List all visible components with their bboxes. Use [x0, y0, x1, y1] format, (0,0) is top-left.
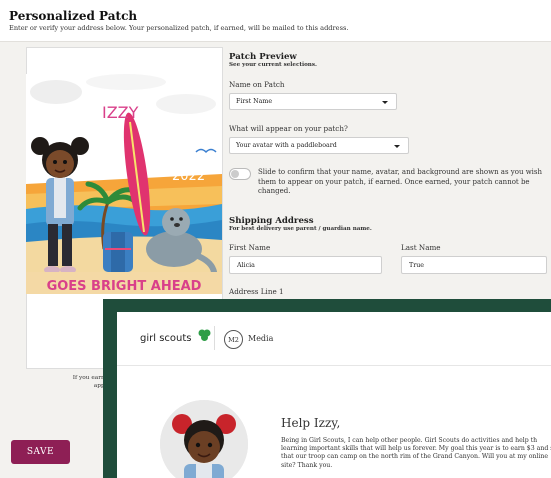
last-name-field[interactable]: True — [401, 256, 547, 274]
confirm-toggle[interactable] — [229, 168, 251, 180]
patch-name: IZZY — [102, 103, 139, 122]
chevron-down-icon — [382, 101, 388, 104]
confirm-text: Slide to confirm that your name, avatar,… — [258, 168, 543, 195]
preview-heading: Patch Preview — [229, 52, 297, 62]
girl-scouts-page: girl scouts M2 Media Help Izzy, Being in… — [117, 312, 551, 478]
page-subtitle: Enter or verify your address below. Your… — [9, 24, 349, 32]
last-name-label: Last Name — [401, 243, 441, 252]
nav-divider — [214, 326, 215, 350]
help-body: Being in Girl Scouts, I can help other p… — [281, 437, 551, 469]
toggle-knob[interactable] — [231, 170, 239, 178]
avatar — [160, 400, 248, 478]
patch-illustration: IZZY 2022 GOES BRIGHT AHEAD — [26, 74, 222, 294]
girl-scouts-navbar: girl scouts M2 Media — [117, 312, 551, 366]
girl-scouts-logo[interactable]: girl scouts — [140, 333, 192, 344]
appear-on-patch-label: What will appear on your patch? — [229, 124, 348, 133]
patch-year: 2022 — [172, 169, 205, 184]
help-heading: Help Izzy, — [281, 416, 341, 430]
shipping-subheading: For best delivery use parent / guardian … — [229, 226, 372, 232]
patch-banner: GOES BRIGHT AHEAD — [47, 279, 202, 294]
shipping-section: Shipping Address For best delivery use p… — [229, 216, 551, 232]
page-title: Personalized Patch — [9, 9, 138, 23]
trefoil-icon — [198, 329, 211, 341]
m2-media-label[interactable]: Media — [248, 334, 273, 343]
page-header: Personalized Patch Enter or verify your … — [0, 0, 551, 42]
first-name-field[interactable]: Alicia — [229, 256, 382, 274]
first-name-label: First Name — [229, 243, 271, 252]
patch-preview-section: Patch Preview See your current selection… — [229, 52, 551, 68]
save-button[interactable]: SAVE — [11, 440, 70, 464]
address-line1-label: Address Line 1 — [229, 287, 284, 296]
preview-subheading: See your current selections. — [229, 62, 317, 68]
shipping-heading: Shipping Address — [229, 216, 314, 226]
m2-media-badge[interactable]: M2 — [224, 330, 243, 349]
chevron-down-icon — [394, 145, 400, 148]
appear-on-patch-value: Your avatar with a paddleboard — [236, 142, 337, 149]
name-on-patch-label: Name on Patch — [229, 80, 285, 89]
name-on-patch-select[interactable]: First Name — [229, 93, 397, 110]
name-on-patch-value: First Name — [236, 98, 273, 105]
appear-on-patch-select[interactable]: Your avatar with a paddleboard — [229, 137, 409, 154]
